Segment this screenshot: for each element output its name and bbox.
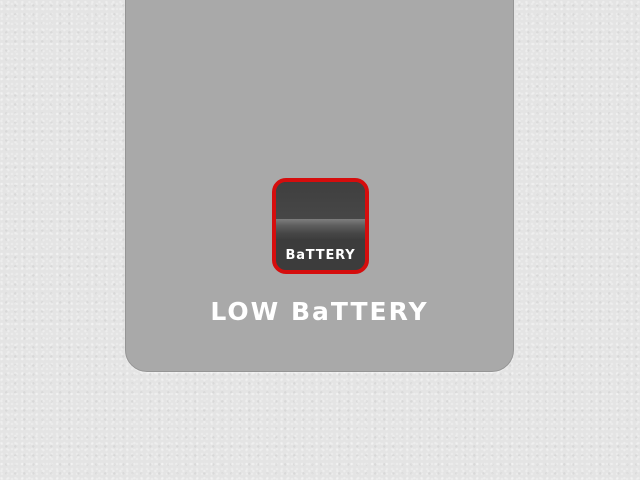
low-battery-panel: BaTTERY LOW BaTTERY <box>125 0 514 372</box>
battery-icon-top <box>276 182 365 219</box>
battery-icon: BaTTERY <box>272 178 369 274</box>
battery-icon-band <box>276 219 365 239</box>
low-battery-message: LOW BaTTERY <box>210 297 429 326</box>
battery-icon-label: BaTTERY <box>285 248 356 263</box>
